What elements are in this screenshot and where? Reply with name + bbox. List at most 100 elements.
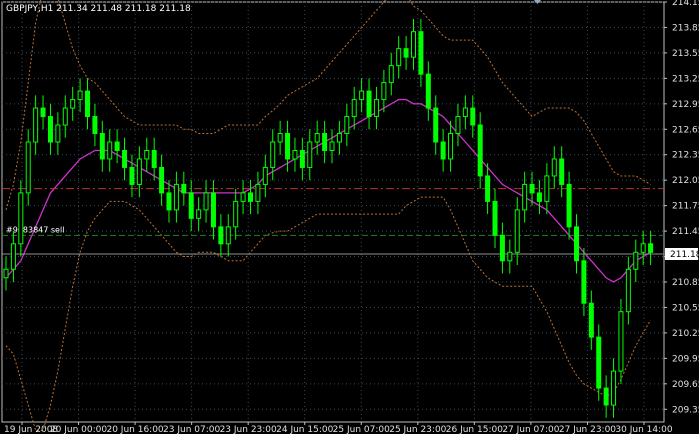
candle-body (373, 99, 379, 118)
candle-body (292, 149, 298, 160)
candle-body (166, 192, 172, 211)
candle-body (344, 116, 350, 135)
x-tick-label: 25 Jun 07:00 (333, 425, 390, 434)
y-tick-label: 211.75 (672, 202, 699, 212)
candle-body (411, 31, 416, 58)
candle-body (70, 99, 76, 109)
y-tick-label: 213.25 (672, 74, 699, 84)
candle-body (640, 243, 646, 253)
candle-body (433, 107, 439, 143)
candle-body (596, 336, 602, 389)
candle-body (514, 209, 520, 253)
chart-window[interactable]: #9683847 sell 214.15 213.85 213.55 213.25 21… (0, 0, 699, 434)
x-tick-label: 27 Jun 23:00 (559, 425, 616, 434)
candle-body (396, 48, 402, 67)
y-tick-label: 212.05 (672, 176, 699, 186)
candle-body (418, 31, 424, 75)
chart-frame (1, 1, 665, 423)
candle-body (440, 141, 446, 160)
candle-body (499, 234, 505, 262)
y-tick-label: 209.65 (672, 380, 699, 390)
candle-body (85, 90, 90, 118)
bollinger-bands (5, 0, 652, 431)
candle-body (351, 99, 357, 118)
candle-body (233, 200, 239, 228)
candle-body (462, 107, 468, 118)
lower-band (5, 196, 652, 431)
time-axis: 19 Jun 200820 Jun 00:00 20 Jun 16:00 23 Ju… (4, 422, 673, 434)
y-tick-label: 213.55 (672, 49, 699, 59)
candle-body (210, 192, 216, 228)
x-tick-label: 25 Jun 23:00 (389, 425, 446, 434)
candle-body (574, 226, 579, 262)
candle-body (225, 226, 231, 245)
candle-body (381, 82, 387, 101)
candle-body (388, 65, 394, 84)
candle-body (25, 141, 31, 194)
candle-body (485, 175, 491, 202)
candle-body (322, 133, 328, 151)
candle-body (470, 107, 476, 126)
candle-body (448, 133, 454, 160)
candle-body (492, 200, 498, 236)
candle-body (107, 141, 113, 160)
chart-grid (1, 1, 665, 423)
candle-body (648, 243, 654, 253)
candle-body (18, 192, 24, 245)
y-tick-label: 209.95 (672, 354, 699, 364)
candle-body (588, 302, 594, 338)
candle-body (240, 192, 246, 202)
candle-body (3, 268, 9, 279)
candle-body (477, 124, 483, 177)
candle-body (625, 268, 631, 313)
candle-body (122, 149, 128, 168)
candle-body (618, 311, 624, 372)
candle-body (114, 141, 120, 151)
candle-body (566, 183, 572, 228)
candle-body (218, 226, 224, 245)
price-chart[interactable]: #9683847 sell 214.15 213.85 213.55 213.25 21… (0, 0, 699, 434)
candle-body (536, 192, 542, 202)
candle-body (559, 158, 565, 185)
x-tick-label: 24 Jun 15:00 (276, 425, 333, 434)
order-levels: #9683847 sell (2, 188, 664, 255)
current-price-label: 211.18 (670, 250, 699, 260)
candle-body (136, 158, 142, 185)
candle-body (299, 149, 305, 168)
candle-body (359, 90, 365, 101)
chart-title: GBPJPY,H1 211.34 211.48 211.18 211.18 (6, 4, 191, 14)
candle-body (262, 166, 268, 185)
candle-body (159, 166, 165, 194)
candle-body (40, 107, 46, 118)
candle-body (62, 107, 68, 126)
candle-body (307, 141, 313, 168)
candle-body (551, 158, 557, 177)
price-axis: 214.15 213.85 213.55 213.25 212.95 212.65 212.… (664, 0, 699, 415)
x-tick-label: 30 Jun 14:00 (615, 425, 672, 434)
candle-body (173, 183, 179, 211)
candle-body (611, 370, 617, 406)
y-tick-label: 212.65 (672, 125, 699, 135)
candle-body (336, 133, 342, 143)
order-label[interactable]: #9683847 sell (6, 225, 64, 234)
y-tick-label: 210.25 (672, 329, 699, 339)
candle-body (77, 90, 83, 101)
x-tick-label: 26 Jun 15:00 (446, 425, 503, 434)
y-tick-label: 213.85 (672, 23, 699, 33)
x-tick-label: 23 Jun 07:00 (163, 425, 220, 434)
candle-body (529, 183, 535, 194)
candle-body (425, 73, 431, 109)
candle-body (144, 149, 150, 160)
candle-body (285, 133, 291, 160)
candle-body (248, 192, 253, 202)
candle-body (522, 183, 528, 211)
candle-body (188, 192, 194, 219)
candle-body (92, 116, 98, 135)
y-tick-label: 212.35 (672, 151, 699, 161)
y-tick-label: 214.15 (672, 0, 699, 8)
candle-body (203, 192, 209, 211)
candle-body (33, 107, 39, 143)
candle-body (455, 116, 461, 135)
candle-body (314, 133, 320, 143)
candle-body (181, 183, 187, 194)
